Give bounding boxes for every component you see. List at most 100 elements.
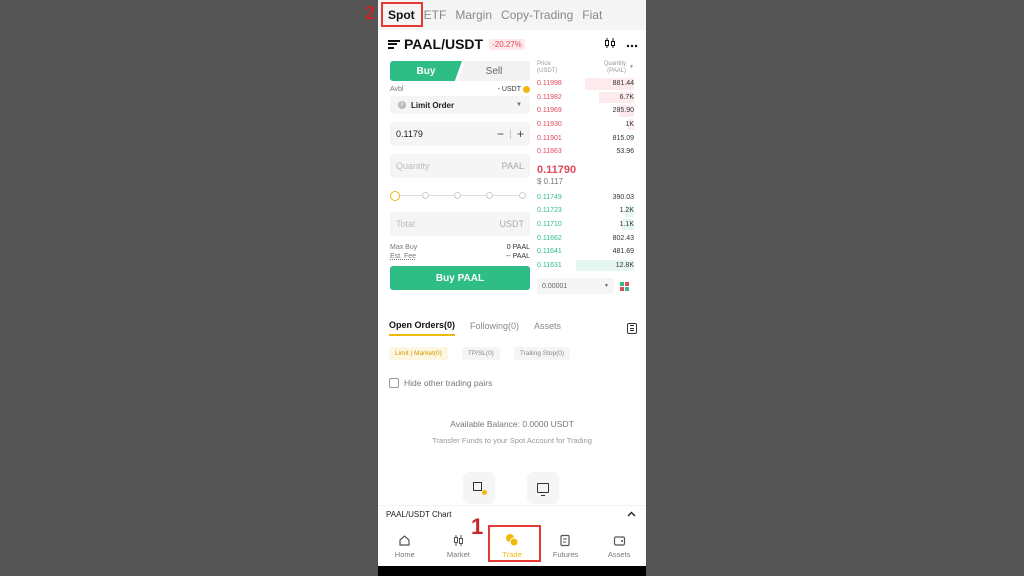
annotation-box-trade <box>488 525 541 562</box>
nav-assets[interactable]: Assets <box>592 526 646 566</box>
max-buy-label: Max Buy <box>390 244 418 251</box>
add-funds-icon[interactable] <box>523 86 530 93</box>
est-fee-row: Est. Fee -- PAAL <box>390 253 530 260</box>
candlestick-icon[interactable] <box>604 37 616 52</box>
book-quantity: 53.96 <box>616 148 634 156</box>
caret-down-icon[interactable]: ▼ <box>629 64 634 71</box>
hide-pairs-label: Hide other trading pairs <box>404 378 493 388</box>
filter-trailing-stop[interactable]: Trailing Stop(0) <box>513 347 571 360</box>
chart-label: PAAL/USDT Chart <box>386 510 452 519</box>
nav-home[interactable]: Home <box>378 526 432 566</box>
tab-copy-trading[interactable]: Copy-Trading <box>501 8 573 22</box>
ask-row[interactable]: 0.11969 285.90 <box>537 104 634 118</box>
tab-assets[interactable]: Assets <box>534 321 561 335</box>
bid-row[interactable]: 0.11631 12.8K <box>537 259 634 273</box>
bid-row[interactable]: 0.11641 481.69 <box>537 245 634 259</box>
available-balance-text: Available Balance: 0.0000 USDT <box>450 419 574 429</box>
tab-following[interactable]: Following(0) <box>470 321 519 335</box>
bid-list: 0.11749 390.03 0.11723 1.2K 0.11710 1.1K 0.116… <box>537 191 634 273</box>
slider-step-75[interactable] <box>486 192 493 199</box>
quantity-column-header: Quantity (PAAL) <box>603 61 627 74</box>
chevron-down-icon: ▼ <box>604 283 609 290</box>
pair-title[interactable]: PAAL/USDT <box>404 36 483 52</box>
book-quantity: 390.03 <box>612 193 634 201</box>
ask-row[interactable]: 0.11982 6.7K <box>537 91 634 105</box>
bid-row[interactable]: 0.11662 802.43 <box>537 231 634 245</box>
quantity-input[interactable]: Quantity PAAL <box>390 154 530 178</box>
transfer-button[interactable] <box>463 472 495 504</box>
slider-handle[interactable] <box>390 191 400 201</box>
book-quantity: 881.44 <box>612 80 634 88</box>
sell-tab[interactable]: Sell <box>458 61 530 81</box>
total-input[interactable]: Total USDT <box>390 212 530 236</box>
info-icon[interactable]: i <box>398 101 406 109</box>
nav-futures[interactable]: Futures <box>539 526 593 566</box>
available-balance-row: Avbl - USDT <box>390 86 530 93</box>
orders-tabs: Open Orders(0) Following(0) Assets <box>389 320 637 336</box>
ask-row[interactable]: 0.11863 53.96 <box>537 145 634 159</box>
phone-screen: Spot ETF Margin Copy-Trading Fiat PAAL/U… <box>378 0 646 576</box>
avbl-label: Avbl <box>390 86 404 93</box>
last-price-usd: $ 0.117 <box>537 176 564 186</box>
slider-step-25[interactable] <box>422 192 429 199</box>
bid-row[interactable]: 0.11723 1.2K <box>537 204 634 218</box>
ask-row[interactable]: 0.11901 815.09 <box>537 131 634 145</box>
book-layout-icon[interactable] <box>620 281 629 291</box>
total-unit: USDT <box>499 219 525 229</box>
order-type-value: Limit Order <box>411 100 455 110</box>
minus-icon[interactable]: − <box>497 127 504 141</box>
tab-etf[interactable]: ETF <box>424 8 447 22</box>
bid-row[interactable]: 0.11710 1.1K <box>537 218 634 232</box>
book-price: 0.11631 <box>537 261 562 269</box>
price-column-header: Price (USDT) <box>537 61 558 74</box>
max-buy-value: 0 PAAL <box>506 244 530 251</box>
transfer-funds-text: Transfer Funds to your Spot Account for … <box>432 436 592 445</box>
chart-toggle-bar[interactable]: PAAL/USDT Chart <box>378 505 646 523</box>
futures-icon <box>559 533 573 547</box>
ask-row[interactable]: 0.11930 1K <box>537 118 634 132</box>
filter-tpsl[interactable]: TP/SL(0) <box>461 347 500 360</box>
buy-paal-button[interactable]: Buy PAAL <box>390 266 530 290</box>
bid-row[interactable]: 0.11749 390.03 <box>537 191 634 205</box>
filter-limit-market[interactable]: Limit | Market(0) <box>389 347 448 360</box>
book-quantity: 481.69 <box>612 248 634 256</box>
amount-slider[interactable] <box>390 190 530 202</box>
book-price: 0.11982 <box>537 93 562 101</box>
market-icon <box>451 533 465 547</box>
buy-tab[interactable]: Buy <box>390 61 462 81</box>
book-quantity: 815.09 <box>612 134 634 142</box>
more-options-icon[interactable] <box>626 37 638 51</box>
tab-fiat[interactable]: Fiat <box>582 8 602 22</box>
est-fee-label[interactable]: Est. Fee <box>390 253 416 260</box>
precision-select[interactable]: 0.00001 ▼ <box>537 278 614 295</box>
deposit-button[interactable] <box>527 472 559 504</box>
tab-open-orders[interactable]: Open Orders(0) <box>389 320 456 336</box>
last-price[interactable]: 0.11790 <box>537 164 634 176</box>
chevron-up-icon[interactable] <box>627 510 636 519</box>
transfer-icon <box>473 482 487 495</box>
book-price: 0.11662 <box>537 234 562 242</box>
tab-margin[interactable]: Margin <box>455 8 492 22</box>
order-type-select[interactable]: i Limit Order ▼ <box>390 96 530 114</box>
book-price: 0.11969 <box>537 107 562 115</box>
book-quantity: 285.90 <box>612 107 634 115</box>
hide-pairs-checkbox[interactable] <box>389 378 399 388</box>
price-value: 0.1179 <box>396 129 423 139</box>
plus-icon[interactable]: + <box>517 127 524 141</box>
hide-other-pairs[interactable]: Hide other trading pairs <box>389 378 492 388</box>
home-indicator-bar <box>378 566 646 576</box>
price-input[interactable]: 0.1179 − + <box>390 122 530 146</box>
book-price: 0.11863 <box>537 148 562 156</box>
order-book: Price (USDT) Quantity (PAAL) ▼ 0.11998 88… <box>537 61 634 295</box>
quantity-placeholder: Quantity <box>396 161 430 171</box>
precision-value: 0.00001 <box>542 282 568 290</box>
slider-step-50[interactable] <box>454 192 461 199</box>
book-price: 0.11710 <box>537 221 562 229</box>
ask-row[interactable]: 0.11998 881.44 <box>537 77 634 91</box>
order-filter-row: Limit | Market(0) TP/SL(0) Trailing Stop… <box>389 347 571 360</box>
menu-icon[interactable] <box>388 39 400 49</box>
slider-step-100[interactable] <box>519 192 526 199</box>
order-history-icon[interactable] <box>627 322 637 334</box>
price-change-badge: -20.27% <box>489 38 525 50</box>
nav-futures-label: Futures <box>552 550 579 559</box>
